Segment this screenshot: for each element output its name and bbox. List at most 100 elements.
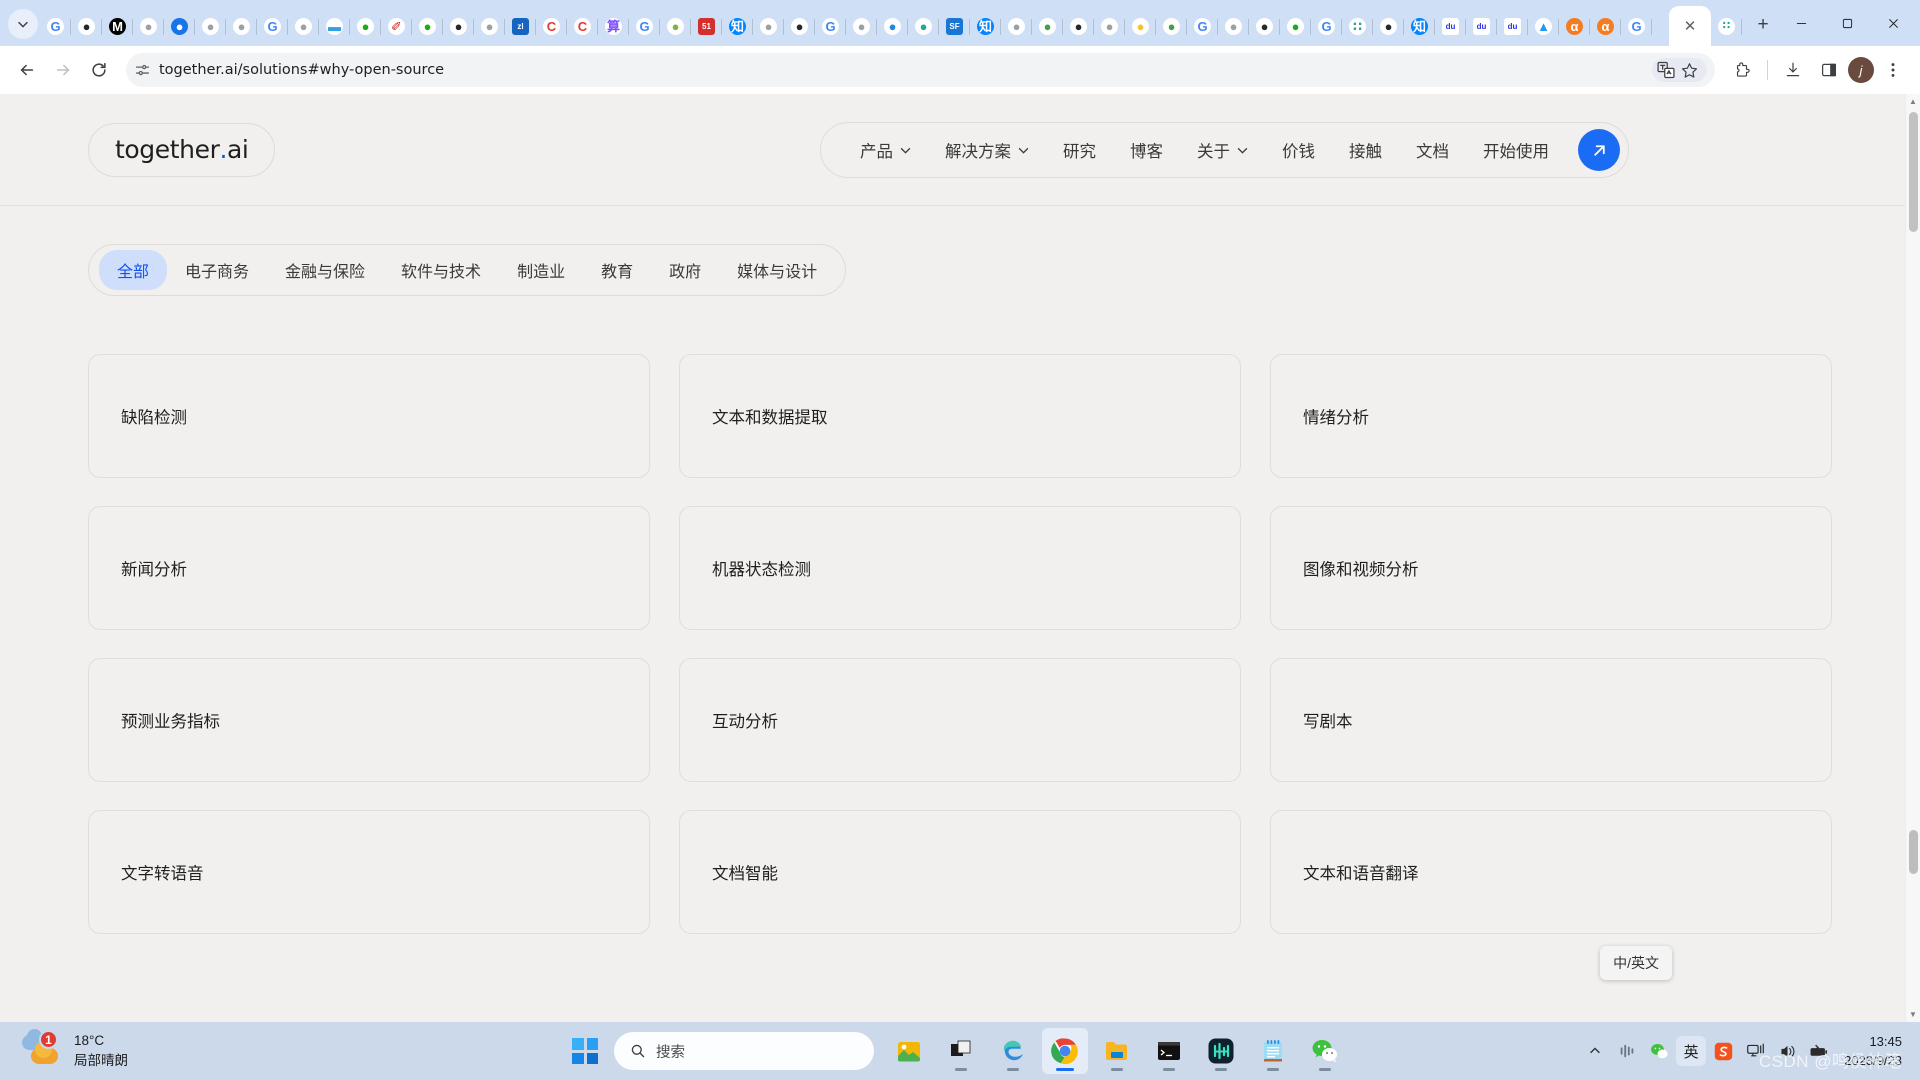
solution-card[interactable]: 文字转语音 [88,810,650,934]
pinned-tab-github[interactable]: ● [443,7,474,46]
filter-chip-6[interactable]: 政府 [651,250,719,290]
taskbar-app-file-explorer[interactable] [1094,1028,1140,1074]
pinned-tab-green[interactable]: ● [1156,7,1187,46]
solution-card[interactable]: 文本和语音翻译 [1270,810,1832,934]
taskbar-app-wechat[interactable] [1302,1028,1348,1074]
site-info-tune-icon[interactable] [134,62,151,79]
solution-card[interactable]: 缺陷检测 [88,354,650,478]
pinned-tab-green[interactable]: ● [1032,7,1063,46]
pinned-tab-blue[interactable]: ● [877,7,908,46]
nav-item-3[interactable]: 博客 [1113,138,1180,162]
taskbar-app-google-chrome[interactable] [1042,1028,1088,1074]
nav-item-7[interactable]: 文档 [1399,138,1466,162]
scrollbar-thumb-secondary[interactable] [1909,830,1918,874]
pinned-tab-c[interactable]: C [536,7,567,46]
pinned-tab-zl[interactable]: zl [505,7,536,46]
solution-card[interactable]: 预测业务指标 [88,658,650,782]
search-input[interactable]: 搜索 [614,1032,874,1070]
taskbar-app-file-explorer-dark[interactable] [938,1028,984,1074]
pinned-tab-globe[interactable]: ● [288,7,319,46]
scrollbar-thumb[interactable] [1909,112,1918,232]
pinned-tab-mountain[interactable]: ▲ [1528,7,1559,46]
profile-avatar[interactable]: j [1848,57,1874,83]
battery-icon[interactable] [1804,1036,1834,1066]
minimize-button[interactable] [1778,0,1824,46]
tab-extra[interactable]: ∷ [1711,7,1742,46]
pinned-tab-zhihu[interactable]: 知 [970,7,1001,46]
windows-logo-icon[interactable] [572,1038,598,1064]
pinned-tab-chat[interactable]: ● [164,7,195,46]
maximize-button[interactable] [1824,0,1870,46]
scroll-up-arrow[interactable]: ▲ [1906,94,1920,109]
sogou-input-icon[interactable] [1708,1036,1738,1066]
solution-card[interactable]: 机器状态检测 [679,506,1241,630]
taskbar-app-microsoft-edge[interactable] [990,1028,1036,1074]
pinned-tab-globe[interactable]: ● [846,7,877,46]
taskbar-app-notepad[interactable] [1250,1028,1296,1074]
pinned-tab-wechat[interactable]: ● [412,7,443,46]
nav-item-1[interactable]: 解决方案 [928,138,1046,162]
solution-card[interactable]: 写剧本 [1270,658,1832,782]
filter-chip-1[interactable]: 电子商务 [167,250,267,290]
site-logo[interactable]: together. ai [88,122,276,177]
solution-card[interactable]: 文档智能 [679,810,1241,934]
solution-card[interactable]: 文本和数据提取 [679,354,1241,478]
filter-chip-3[interactable]: 软件与技术 [383,250,499,290]
show-hidden-icons-chevron-up-icon[interactable] [1580,1036,1610,1066]
pinned-tab-yellow[interactable]: ● [1125,7,1156,46]
weather-widget[interactable]: 1 18°C 局部晴朗 [0,1029,128,1070]
three-dot-menu-icon[interactable] [1876,53,1910,87]
pinned-tab-purple[interactable]: 算 [598,7,629,46]
pinned-tab-dots[interactable]: ∷ [1342,7,1373,46]
tab-active-together-ai[interactable]: ✕ [1669,6,1711,46]
address-bar[interactable]: together.ai/solutions#why-open-source [126,53,1715,87]
close-icon[interactable]: ✕ [1684,17,1697,35]
star-icon[interactable] [1680,61,1703,80]
pinned-tab-google[interactable]: G [815,7,846,46]
pinned-tab-globe[interactable]: ● [1094,7,1125,46]
new-tab-button[interactable]: + [1748,10,1778,40]
wechat-tray-icon[interactable] [1644,1036,1674,1066]
arrow-up-right-icon[interactable] [1578,129,1620,171]
nav-item-5[interactable]: 价钱 [1265,138,1332,162]
extensions-icon[interactable] [1725,53,1759,87]
pinned-tab-orange[interactable]: α [1590,7,1621,46]
clock-widget[interactable]: 13:45 2023/9/23 [1836,1032,1906,1071]
pinned-tab-teal[interactable]: ● [908,7,939,46]
nav-item-0[interactable]: 产品 [843,138,928,162]
pinned-tab-globe[interactable]: ● [1001,7,1032,46]
pinned-tab-globe[interactable]: ● [226,7,257,46]
pinned-tab-github[interactable]: ● [1373,7,1404,46]
side-panel-icon[interactable] [1812,53,1846,87]
filter-chip-7[interactable]: 媒体与设计 [719,250,835,290]
taskbar-app-teal[interactable] [1198,1028,1244,1074]
nav-item-2[interactable]: 研究 [1046,138,1113,162]
nav-item-6[interactable]: 接触 [1332,138,1399,162]
filter-chip-0[interactable]: 全部 [99,250,168,290]
pinned-tab-google[interactable]: G [1187,7,1218,46]
pinned-tab-google[interactable]: G [40,7,71,46]
pinned-tab-github[interactable]: ● [784,7,815,46]
filter-chip-4[interactable]: 制造业 [499,250,583,290]
pinned-tab-baidu[interactable]: du [1497,7,1528,46]
solution-card[interactable]: 情绪分析 [1270,354,1832,478]
pinned-tab-feather[interactable]: ✐ [381,7,412,46]
solution-card[interactable]: 新闻分析 [88,506,650,630]
tab-search-chevron-down-icon[interactable] [8,9,38,39]
pinned-tab-zhihu[interactable]: 知 [722,7,753,46]
nav-item-4[interactable]: 关于 [1180,138,1265,162]
pinned-tab-github[interactable]: ● [71,7,102,46]
close-button[interactable] [1870,0,1916,46]
pinned-tab-orange[interactable]: α [1559,7,1590,46]
pinned-tab-medium[interactable]: M [102,7,133,46]
pinned-tab-google[interactable]: G [629,7,660,46]
filter-chip-5[interactable]: 教育 [583,250,651,290]
pinned-tab-baidu[interactable]: du [1466,7,1497,46]
scroll-down-arrow[interactable]: ▼ [1906,1007,1920,1022]
pinned-tab-github[interactable]: ● [1249,7,1280,46]
pinned-tab-wechat[interactable]: ● [350,7,381,46]
pinned-tab-car[interactable]: ▬ [319,7,350,46]
taskbar-app-photos[interactable] [886,1028,932,1074]
pinned-tab-google[interactable]: G [1311,7,1342,46]
download-icon[interactable] [1776,53,1810,87]
